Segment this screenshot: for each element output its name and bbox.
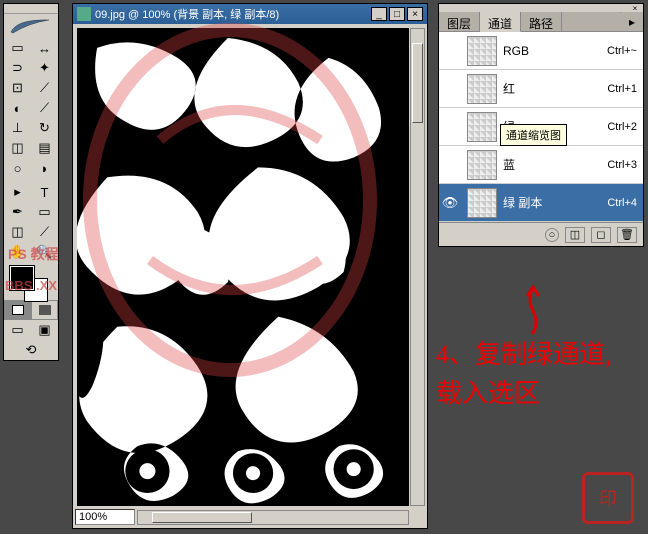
maximize-button[interactable]: □ <box>389 7 405 21</box>
channel-name: 蓝 <box>503 156 607 173</box>
lasso-tool[interactable]: ⊃ <box>4 58 31 78</box>
load-selection-button[interactable]: ○ <box>545 228 559 242</box>
channel-shortcut: Ctrl+2 <box>607 121 637 133</box>
hand-tool[interactable]: ✋ <box>4 242 31 262</box>
toolbox-drag-handle[interactable] <box>4 4 58 14</box>
type-tool[interactable]: T <box>31 182 58 202</box>
channel-row-rgb[interactable]: RGB Ctrl+~ <box>439 32 643 70</box>
document-title: 09.jpg @ 100% (背景 副本, 绿 副本/8) <box>95 6 371 22</box>
quickmask-mode-button[interactable] <box>31 300 58 320</box>
channel-thumbnail[interactable] <box>467 74 497 104</box>
pen-tool[interactable]: ✒ <box>4 202 31 222</box>
channel-shortcut: Ctrl+3 <box>607 159 637 171</box>
brush-tool[interactable]: ⟋ <box>31 98 58 118</box>
panel-tabs: 图层 通道 路径 ▸ <box>439 12 643 32</box>
move-tool[interactable]: ↔ <box>31 38 58 58</box>
channel-thumbnail[interactable] <box>467 150 497 180</box>
channel-name: 绿 副本 <box>503 194 607 211</box>
vertical-scrollbar[interactable] <box>410 28 425 506</box>
wand-tool[interactable]: ✦ <box>31 58 58 78</box>
standard-mode-button[interactable] <box>4 300 31 320</box>
annotation-arrow <box>518 285 548 335</box>
blur-tool[interactable]: ○ <box>4 158 31 178</box>
tooltip: 通道缩览图 <box>500 124 567 146</box>
notes-tool[interactable]: ◫ <box>4 222 31 242</box>
zoom-field[interactable]: 100% <box>75 509 135 525</box>
annotation-text: 4、复制绿通道,载入选区 <box>436 335 636 413</box>
channel-name: 红 <box>503 80 607 97</box>
app-logo-feather <box>4 14 58 38</box>
stamp-tool[interactable]: ⊥ <box>4 118 31 138</box>
document-window: 09.jpg @ 100% (背景 副本, 绿 副本/8) _ □ × 100% <box>72 3 428 529</box>
foreground-color-swatch[interactable] <box>10 266 34 290</box>
visibility-toggle[interactable]: 👁 <box>439 195 461 211</box>
panel-menu-button[interactable]: ▸ <box>621 12 643 31</box>
channel-thumbnail[interactable] <box>467 36 497 66</box>
zoom-tool[interactable]: 🔍 <box>31 242 58 262</box>
tab-channels[interactable]: 通道 <box>480 12 521 32</box>
minimize-button[interactable]: _ <box>371 7 387 21</box>
marquee-tool[interactable]: ▭ <box>4 38 31 58</box>
screen-mode-full[interactable]: ▣ <box>31 320 58 340</box>
channel-shortcut: Ctrl+1 <box>607 83 637 95</box>
status-bar: 100% <box>75 508 409 526</box>
crop-tool[interactable]: ⊡ <box>4 78 31 98</box>
horizontal-scrollbar[interactable] <box>137 510 409 525</box>
new-channel-button[interactable]: ◻ <box>591 227 611 243</box>
history-brush-tool[interactable]: ↻ <box>31 118 58 138</box>
channel-thumbnail[interactable] <box>467 112 497 142</box>
slice-tool[interactable]: ⟋ <box>31 78 58 98</box>
channel-thumbnail[interactable] <box>467 188 497 218</box>
channel-name: RGB <box>503 44 607 58</box>
jump-to-button[interactable]: ⟲ <box>4 340 58 360</box>
channel-shortcut: Ctrl+~ <box>607 45 637 57</box>
panel-button-bar: ○ ◫ ◻ 🗑 <box>439 222 643 246</box>
eyedropper-tool[interactable]: ⟋ <box>31 222 58 242</box>
color-swatches[interactable] <box>4 262 58 300</box>
toolbox-panel: ▭ ↔ ⊃ ✦ ⊡ ⟋ ◐ ⟋ ⊥ ↻ ◫ ▤ ○ ◗ ▸ T ✒ ▭ ◫ ⟋ … <box>3 3 59 361</box>
eraser-tool[interactable]: ◫ <box>4 138 31 158</box>
path-select-tool[interactable]: ▸ <box>4 182 31 202</box>
panel-minimize-button[interactable]: _ <box>617 4 629 12</box>
save-selection-button[interactable]: ◫ <box>565 227 585 243</box>
screen-mode-standard[interactable]: ▭ <box>4 320 31 340</box>
channel-row-red[interactable]: 红 Ctrl+1 <box>439 70 643 108</box>
heal-tool[interactable]: ◐ <box>4 98 31 118</box>
channel-row-green-copy[interactable]: 👁 绿 副本 Ctrl+4 <box>439 184 643 222</box>
tab-paths[interactable]: 路径 <box>521 12 562 31</box>
shape-tool[interactable]: ▭ <box>31 202 58 222</box>
close-button[interactable]: × <box>407 7 423 21</box>
channel-row-blue[interactable]: 蓝 Ctrl+3 <box>439 146 643 184</box>
tab-layers[interactable]: 图层 <box>439 12 480 31</box>
document-icon <box>77 7 91 21</box>
delete-channel-button[interactable]: 🗑 <box>617 227 637 243</box>
gradient-tool[interactable]: ▤ <box>31 138 58 158</box>
panel-close-button[interactable]: × <box>629 4 641 12</box>
titlebar[interactable]: 09.jpg @ 100% (背景 副本, 绿 副本/8) _ □ × <box>73 4 427 24</box>
tool-grid: ▭ ↔ ⊃ ✦ ⊡ ⟋ ◐ ⟋ ⊥ ↻ ◫ ▤ ○ ◗ ▸ T ✒ ▭ ◫ ⟋ … <box>4 38 58 262</box>
stamp-seal: 印 <box>582 472 634 524</box>
dodge-tool[interactable]: ◗ <box>31 158 58 178</box>
channel-shortcut: Ctrl+4 <box>607 197 637 209</box>
canvas[interactable] <box>77 28 409 506</box>
